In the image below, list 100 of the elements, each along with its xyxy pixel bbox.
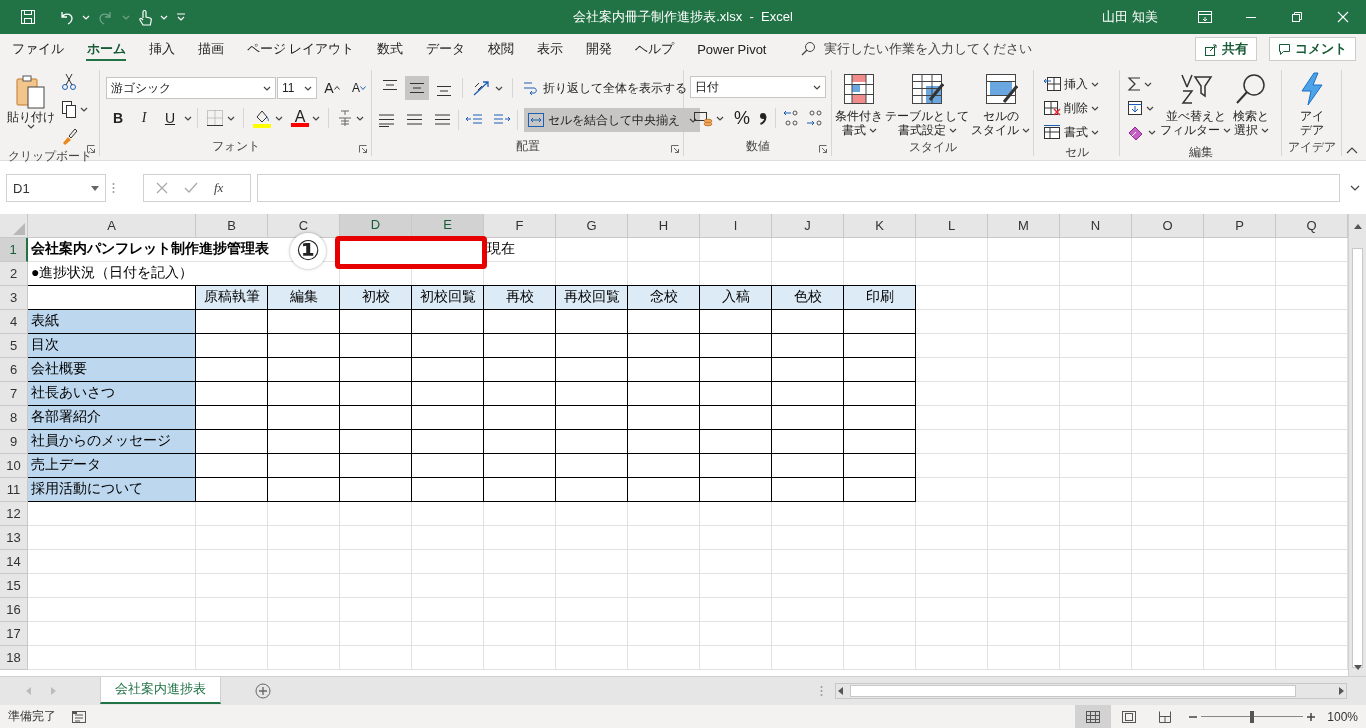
sum-icon[interactable] — [1127, 76, 1141, 92]
user-name[interactable]: 山田 知美 — [1102, 8, 1158, 26]
ribbon-tab[interactable]: ホーム — [75, 34, 137, 64]
formula-input[interactable] — [257, 174, 1340, 202]
vertical-align-button[interactable] — [405, 76, 429, 100]
column-header[interactable]: J — [772, 213, 844, 238]
add-sheet-icon[interactable] — [255, 682, 271, 699]
align-center-icon[interactable] — [406, 112, 424, 128]
vertical-scrollbar[interactable] — [1348, 213, 1366, 677]
ribbon-tab[interactable]: 挿入 — [137, 34, 186, 64]
column-header[interactable]: B — [196, 213, 268, 238]
column-header[interactable]: Q — [1276, 213, 1348, 238]
ribbon-tab[interactable]: ファイル — [0, 34, 75, 64]
ribbon-tab[interactable]: Power Pivot — [685, 34, 778, 64]
comment-button[interactable]: コメント — [1269, 37, 1356, 61]
column-header[interactable]: I — [700, 213, 772, 238]
ribbon-tab[interactable]: ページ レイアウト — [235, 34, 366, 64]
collapse-ribbon-icon[interactable] — [1346, 146, 1358, 154]
align-right-icon[interactable] — [434, 112, 452, 128]
row-header[interactable]: 2 — [0, 261, 28, 286]
row-header[interactable]: 10 — [0, 453, 28, 478]
share-button[interactable]: 共有 — [1195, 37, 1257, 61]
name-box[interactable]: D1 — [6, 174, 106, 202]
row-header[interactable]: 12 — [0, 501, 28, 526]
restore-icon[interactable] — [1291, 11, 1303, 23]
undo-icon[interactable] — [58, 9, 74, 25]
horizontal-scrollbar[interactable] — [835, 682, 1347, 699]
italic-button[interactable]: I — [132, 106, 156, 130]
column-header[interactable]: P — [1204, 213, 1276, 238]
dialog-launcher-icon[interactable] — [819, 145, 827, 153]
find-select-button[interactable]: 検索と 選択 — [1232, 70, 1270, 139]
row-header[interactable]: 9 — [0, 429, 28, 454]
expand-icon[interactable] — [1350, 185, 1360, 191]
row-header[interactable]: 8 — [0, 405, 28, 430]
format-cells-button[interactable]: 書式 — [1040, 120, 1102, 144]
align-left-icon[interactable] — [378, 112, 396, 128]
row-header[interactable]: 6 — [0, 357, 28, 382]
dialog-launcher-icon[interactable] — [87, 145, 95, 153]
slider-thumb[interactable] — [1250, 710, 1255, 723]
percent-button[interactable]: % — [730, 106, 754, 130]
ribbon-tab[interactable]: ヘルプ — [623, 34, 686, 64]
column-header[interactable]: A — [28, 213, 196, 238]
cell-styles-button[interactable]: セルの スタイル — [970, 70, 1031, 139]
column-header[interactable]: M — [988, 213, 1060, 238]
tell-me-field[interactable]: 実行したい作業を入力してください — [824, 40, 1032, 58]
ideas-button[interactable]: アイ デア — [1297, 70, 1326, 139]
ribbon-tab[interactable]: 校閲 — [476, 34, 526, 64]
borders-icon[interactable] — [206, 109, 224, 127]
column-header[interactable]: C — [268, 213, 340, 238]
column-header[interactable]: E — [412, 213, 484, 238]
ribbon-display-icon[interactable] — [1197, 10, 1213, 24]
phonetic-guide-icon[interactable] — [337, 109, 353, 127]
bold-button[interactable]: B — [106, 106, 130, 130]
macro-record-icon[interactable] — [72, 710, 86, 723]
row-header[interactable]: 4 — [0, 309, 28, 334]
ribbon-tab[interactable]: データ — [414, 34, 477, 64]
fill-down-icon[interactable] — [1127, 100, 1143, 116]
scroll-up-icon[interactable] — [1354, 223, 1362, 229]
paintbrush-icon[interactable] — [61, 127, 79, 145]
column-header[interactable]: H — [628, 213, 700, 238]
check-icon[interactable] — [184, 182, 198, 194]
row-header[interactable]: 1 — [0, 237, 28, 262]
wrap-text-button[interactable]: 折り返して全体を表示する — [519, 76, 690, 100]
zoom-level[interactable]: 100% — [1327, 709, 1358, 724]
sheet-tab[interactable]: 会社案内進捗表 — [100, 676, 221, 704]
row-header[interactable]: 5 — [0, 333, 28, 358]
column-header[interactable]: D — [340, 213, 412, 238]
ribbon-tab[interactable]: 描画 — [186, 34, 235, 64]
hand-icon[interactable] — [138, 8, 152, 26]
dialog-launcher-icon[interactable] — [359, 145, 367, 153]
zoom-in-icon[interactable] — [1307, 712, 1316, 721]
column-header[interactable]: L — [916, 213, 988, 238]
row-header[interactable]: 15 — [0, 573, 28, 598]
delete-cells-button[interactable]: 削除 — [1040, 96, 1102, 120]
font-size-dropdown[interactable]: 11 — [277, 77, 317, 99]
accounting-format-icon[interactable] — [693, 109, 713, 127]
fill-color-icon[interactable] — [252, 108, 272, 128]
close-icon[interactable] — [1337, 11, 1349, 23]
row-header[interactable]: 18 — [0, 645, 28, 670]
ribbon-tab[interactable]: 数式 — [365, 34, 415, 64]
save-icon[interactable] — [20, 9, 36, 25]
dialog-launcher-icon[interactable] — [671, 145, 679, 153]
insert-function-button[interactable]: fx — [214, 180, 224, 196]
ribbon-tab[interactable]: 表示 — [525, 34, 575, 64]
decrease-decimal-icon[interactable] — [805, 108, 825, 128]
column-header[interactable]: F — [484, 213, 556, 238]
scissors-icon[interactable] — [61, 73, 77, 91]
column-header[interactable]: G — [556, 213, 628, 238]
paste-button[interactable]: 貼り付け — [6, 72, 56, 131]
ribbon-tab[interactable]: 開発 — [574, 34, 624, 64]
grow-font-button[interactable]: A — [320, 76, 344, 100]
row-header[interactable]: 17 — [0, 621, 28, 646]
row-header[interactable]: 14 — [0, 549, 28, 574]
scroll-left-icon[interactable] — [836, 686, 846, 695]
format-as-table-button[interactable]: テーブルとして 書式設定 — [884, 70, 970, 139]
view-mode-button[interactable] — [1075, 705, 1112, 728]
font-name-dropdown[interactable]: 游ゴシック — [106, 77, 276, 99]
scroll-right-icon[interactable] — [1336, 686, 1346, 695]
column-header[interactable]: K — [844, 213, 916, 238]
sort-filter-button[interactable]: 並べ替えと フィルター — [1159, 70, 1232, 139]
